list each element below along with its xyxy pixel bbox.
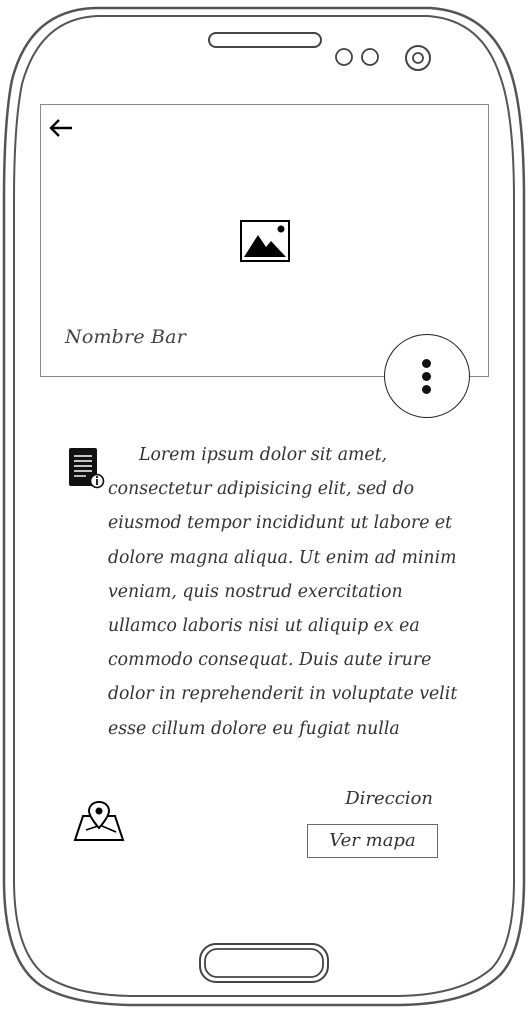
header-image	[240, 220, 290, 262]
back-button[interactable]	[48, 114, 76, 142]
page-title: Nombre Bar	[65, 326, 186, 348]
speaker-slot-icon	[208, 32, 322, 48]
sensor-icon	[335, 48, 379, 66]
address-label: Direccion	[345, 788, 433, 809]
more-options-button[interactable]	[384, 334, 470, 418]
image-placeholder-icon	[240, 220, 290, 262]
front-camera-icon	[405, 45, 431, 71]
home-button-icon[interactable]	[199, 943, 329, 983]
view-map-button[interactable]: Ver mapa	[307, 824, 438, 858]
description-text: Lorem ipsum dolor sit amet, consectetur …	[108, 445, 458, 739]
arrow-left-icon	[49, 119, 72, 137]
map-pin-icon	[72, 800, 126, 844]
document-info-icon	[66, 446, 106, 490]
